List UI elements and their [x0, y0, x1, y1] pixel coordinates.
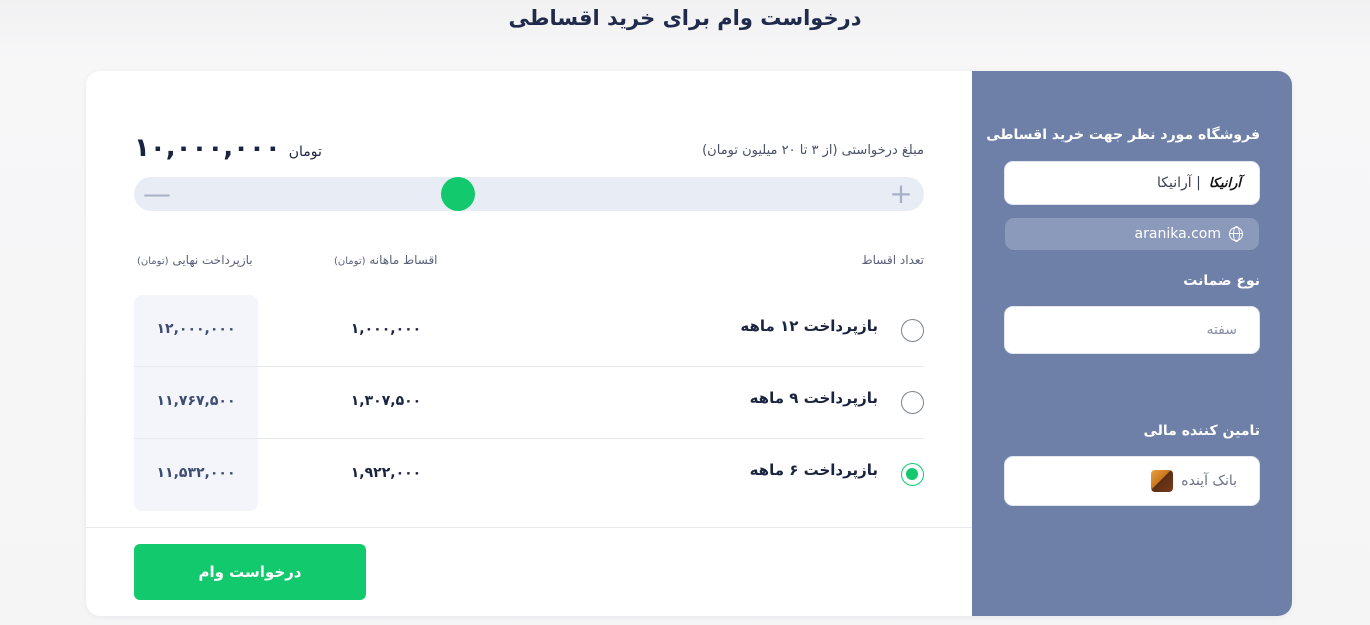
guarantee-field[interactable]: سفته [1004, 306, 1260, 354]
slider-thumb[interactable] [440, 177, 475, 211]
plus-icon: + [889, 177, 913, 210]
header-final-label: بازپرداخت نهایی [172, 253, 253, 267]
plan-row-6[interactable]: بازپرداخت ۶ ماهه ۱,۹۲۲,۰۰۰ ۱۱,۵۳۲,۰۰۰ [134, 439, 924, 511]
header-monthly-label: اقساط ماهانه [369, 253, 438, 267]
provider-value: بانک آینده [1181, 473, 1237, 489]
final-amount: ۱۱,۵۳۲,۰۰۰ [156, 465, 236, 481]
store-logo: آرانیکا [1208, 175, 1241, 191]
monthly-amount: ۱,۹۲۲,۰۰۰ [350, 465, 422, 481]
amount-display: تومان ۱۰,۰۰۰,۰۰۰ [134, 133, 322, 163]
store-url-badge: aranika.com [1005, 218, 1259, 250]
store-name: | آرانیکا [1156, 175, 1201, 191]
minus-icon: — [143, 177, 171, 210]
sidebar: فروشگاه مورد نظر جهت خرید اقساطی آرانیکا… [972, 71, 1292, 616]
header-final-unit: (تومان) [137, 256, 169, 267]
amount-label: مبلغ درخواستی (از ۳ تا ۲۰ میلیون تومان) [702, 143, 924, 158]
increase-button[interactable]: + [884, 177, 918, 211]
loan-form: مبلغ درخواستی (از ۳ تا ۲۰ میلیون تومان) … [86, 71, 972, 616]
amount-value: ۱۰,۰۰۰,۰۰۰ [134, 133, 281, 163]
final-amount: ۱۱,۷۶۷,۵۰۰ [156, 393, 236, 409]
request-loan-button[interactable]: درخواست وام [134, 544, 366, 600]
amount-slider[interactable]: — + [134, 177, 924, 211]
header-monthly-unit: (تومان) [334, 256, 366, 267]
final-amount: ۱۲,۰۰۰,۰۰۰ [156, 321, 236, 337]
decrease-button[interactable]: — [140, 177, 174, 211]
amount-unit: تومان [288, 144, 322, 160]
plan-row-9[interactable]: بازپرداخت ۹ ماهه ۱,۳۰۷,۵۰۰ ۱۱,۷۶۷,۵۰۰ [134, 367, 924, 439]
store-select[interactable]: آرانیکا | آرانیکا [1004, 161, 1260, 205]
guarantee-value: سفته [1206, 322, 1237, 338]
header-final: بازپرداخت نهایی (تومان) [137, 253, 253, 267]
page-title: درخواست وام برای خرید اقساطی [508, 6, 862, 30]
plan-label: بازپرداخت ۹ ماهه [749, 389, 878, 407]
store-label: فروشگاه مورد نظر جهت خرید اقساطی [986, 127, 1260, 143]
plan-radio-selected[interactable] [901, 463, 924, 486]
plan-radio[interactable] [901, 391, 924, 414]
monthly-amount: ۱,۰۰۰,۰۰۰ [350, 321, 422, 337]
plan-label: بازپرداخت ۱۲ ماهه [740, 317, 878, 335]
guarantee-label: نوع ضمانت [1183, 273, 1260, 289]
header-monthly: اقساط ماهانه (تومان) [334, 253, 438, 267]
monthly-amount: ۱,۳۰۷,۵۰۰ [350, 393, 422, 409]
bank-logo-icon [1151, 470, 1174, 492]
plan-radio[interactable] [901, 319, 924, 342]
loan-card: مبلغ درخواستی (از ۳ تا ۲۰ میلیون تومان) … [86, 71, 1292, 616]
plan-row-12[interactable]: بازپرداخت ۱۲ ماهه ۱,۰۰۰,۰۰۰ ۱۲,۰۰۰,۰۰۰ [134, 295, 924, 367]
header-installment-count: تعداد اقساط [861, 253, 924, 267]
footer-divider [86, 527, 972, 528]
globe-icon [1229, 226, 1243, 243]
provider-label: تامین کننده مالی [1143, 423, 1260, 439]
provider-field[interactable]: بانک آینده [1004, 456, 1260, 506]
store-url: aranika.com [1134, 226, 1221, 242]
plan-label: بازپرداخت ۶ ماهه [749, 461, 878, 479]
